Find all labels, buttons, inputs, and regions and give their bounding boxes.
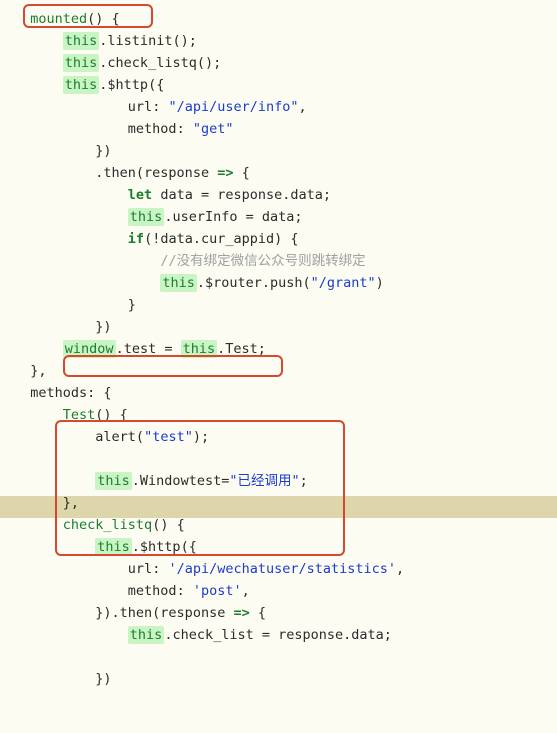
- token-test-fn: Test: [63, 407, 96, 423]
- token-this: this: [160, 274, 197, 292]
- token-this: this: [95, 472, 132, 490]
- token-this: this: [95, 538, 132, 556]
- token-this: this: [181, 340, 218, 358]
- token-this: this: [128, 208, 165, 226]
- token-this: this: [63, 54, 100, 72]
- token-check-listq: check_listq: [63, 517, 152, 533]
- token-this: this: [63, 32, 100, 50]
- token-mounted: mounted: [30, 11, 87, 27]
- code-block: mounted() { this.listinit(); this.check_…: [0, 0, 557, 690]
- token-this: this: [63, 76, 100, 94]
- token-this: this: [128, 626, 165, 644]
- token-window: window: [63, 340, 116, 358]
- comment-line: //没有绑定微信公众号则跳转绑定: [160, 253, 365, 269]
